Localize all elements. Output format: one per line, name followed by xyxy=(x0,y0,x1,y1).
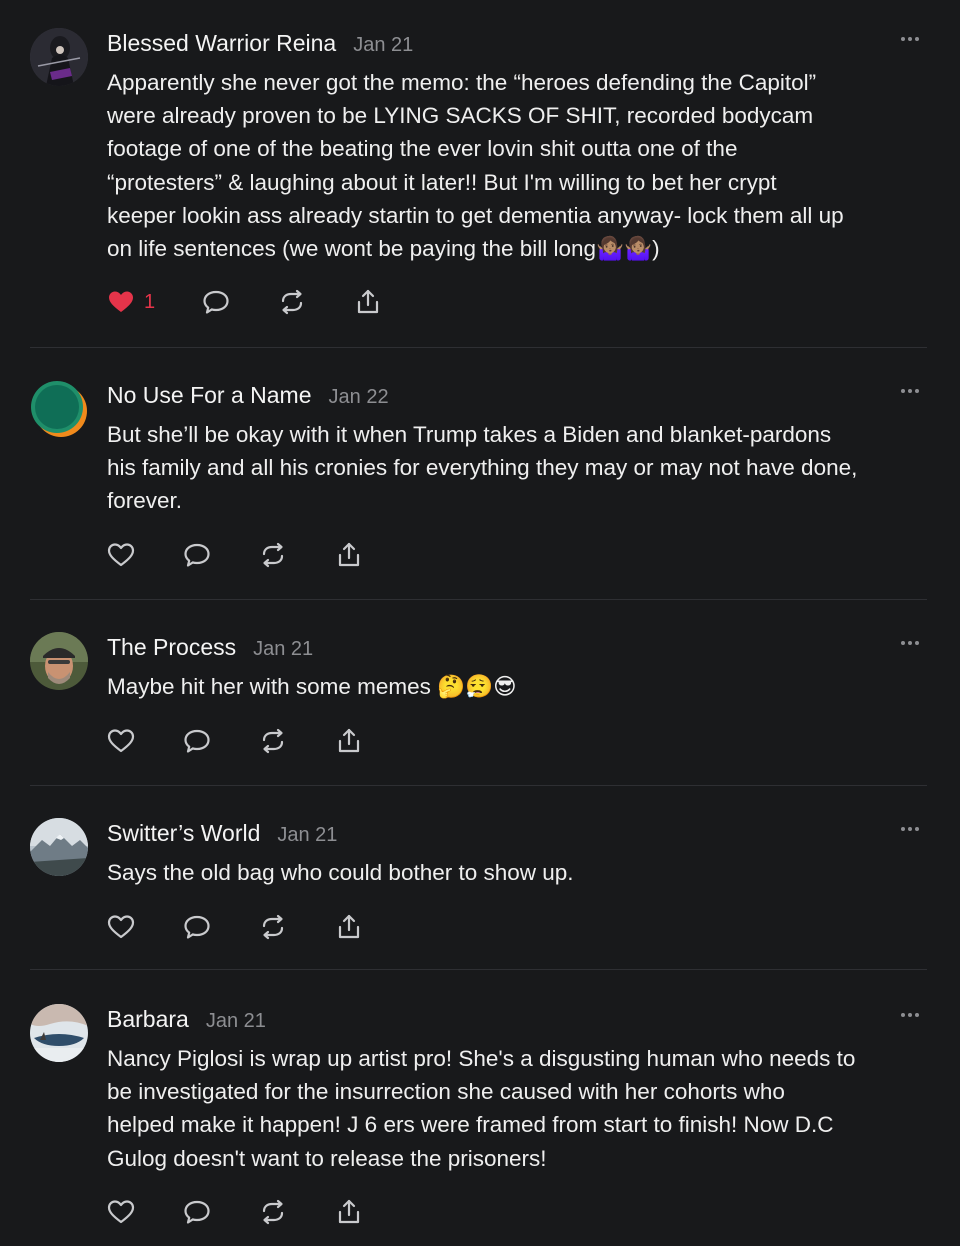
more-options-icon[interactable] xyxy=(899,384,921,398)
comment-header: Switter’s World Jan 21 xyxy=(107,820,337,850)
comment-date[interactable]: Jan 22 xyxy=(329,386,389,409)
reply-button[interactable] xyxy=(201,287,231,317)
comment-actions: 1 xyxy=(106,287,429,317)
avatar[interactable] xyxy=(30,1004,88,1062)
man-with-cap-avatar-icon xyxy=(30,632,88,690)
comment-header: The Process Jan 21 xyxy=(107,634,313,664)
comment-text: Apparently she never got the memo: the “… xyxy=(107,70,844,262)
comment-text: Says the old bag who could bother to sho… xyxy=(107,860,574,885)
like-button[interactable] xyxy=(106,1197,136,1227)
author-name[interactable]: Blessed Warrior Reina xyxy=(107,30,336,57)
chat-bubble-icon xyxy=(184,915,210,939)
restack-button[interactable] xyxy=(258,1197,288,1227)
comment: Barbara Jan 21 Nancy Piglosi is wrap up … xyxy=(30,1004,927,1234)
comment: Blessed Warrior Reina Jan 21 Apparently … xyxy=(30,28,927,323)
share-icon xyxy=(338,914,360,939)
reply-button[interactable] xyxy=(182,1197,212,1227)
author-name[interactable]: Switter’s World xyxy=(107,820,260,847)
author-name[interactable]: No Use For a Name xyxy=(107,382,312,409)
repost-icon xyxy=(262,914,284,940)
share-icon xyxy=(338,542,360,567)
heart-icon xyxy=(107,729,135,753)
chat-bubble-icon xyxy=(203,290,229,314)
comment-date[interactable]: Jan 21 xyxy=(353,34,413,57)
share-button[interactable] xyxy=(334,912,364,942)
like-button[interactable] xyxy=(106,726,136,756)
comment-actions xyxy=(106,912,410,942)
comment-text: Nancy Piglosi is wrap up artist pro! She… xyxy=(107,1046,856,1171)
comment-text: Maybe hit her with some memes 🤔😮‍💨😎 xyxy=(107,674,517,699)
avatar[interactable] xyxy=(30,818,88,876)
share-icon xyxy=(338,1199,360,1224)
avatar[interactable] xyxy=(30,28,88,86)
more-options-icon[interactable] xyxy=(899,32,921,46)
restack-button[interactable] xyxy=(277,287,307,317)
share-button[interactable] xyxy=(334,726,364,756)
restack-button[interactable] xyxy=(258,540,288,570)
repost-icon xyxy=(262,542,284,568)
like-button[interactable] xyxy=(106,912,136,942)
comment: The Process Jan 21 Maybe hit her with so… xyxy=(30,632,927,762)
dark-warrior-avatar-icon xyxy=(30,28,88,86)
comment-feed: Blessed Warrior Reina Jan 21 Apparently … xyxy=(0,0,960,1246)
comment-date[interactable]: Jan 21 xyxy=(277,824,337,847)
share-icon xyxy=(338,728,360,753)
restack-button[interactable] xyxy=(258,726,288,756)
comment-header: No Use For a Name Jan 22 xyxy=(107,382,389,412)
divider xyxy=(30,599,927,600)
heart-icon xyxy=(107,915,135,939)
comment-header: Barbara Jan 21 xyxy=(107,1006,266,1036)
heart-filled-icon xyxy=(109,291,133,312)
avatar[interactable] xyxy=(30,380,88,438)
more-options-icon[interactable] xyxy=(899,1008,921,1022)
reply-button[interactable] xyxy=(182,726,212,756)
comment-text: But she’ll be okay with it when Trump ta… xyxy=(107,422,858,514)
more-options-icon[interactable] xyxy=(899,636,921,650)
repost-icon xyxy=(282,289,303,315)
restack-button[interactable] xyxy=(258,912,288,942)
repost-icon xyxy=(262,1199,284,1225)
share-button[interactable] xyxy=(353,287,383,317)
more-options-icon[interactable] xyxy=(899,822,921,836)
like-button[interactable]: 1 xyxy=(106,287,155,317)
chat-bubble-icon xyxy=(184,1200,210,1224)
comment-actions xyxy=(106,726,410,756)
share-icon xyxy=(358,289,379,314)
author-name[interactable]: Barbara xyxy=(107,1006,189,1033)
divider xyxy=(30,785,927,786)
chat-bubble-icon xyxy=(184,543,210,567)
divider xyxy=(30,347,927,348)
comment-header: Blessed Warrior Reina Jan 21 xyxy=(107,30,413,60)
like-button[interactable] xyxy=(106,540,136,570)
avatar[interactable] xyxy=(30,632,88,690)
comment: No Use For a Name Jan 22 But she’ll be o… xyxy=(30,380,927,580)
green-orange-circle-avatar-icon xyxy=(30,380,88,438)
author-name[interactable]: The Process xyxy=(107,634,236,661)
mountain-landscape-avatar-icon xyxy=(30,818,88,876)
divider xyxy=(30,969,927,970)
comment-date[interactable]: Jan 21 xyxy=(253,638,313,661)
repost-icon xyxy=(262,728,284,754)
chat-bubble-icon xyxy=(184,729,210,753)
reply-button[interactable] xyxy=(182,912,212,942)
like-count: 1 xyxy=(144,290,156,313)
reply-button[interactable] xyxy=(182,540,212,570)
comment-actions xyxy=(106,540,410,570)
heart-icon xyxy=(107,543,135,567)
winter-lake-avatar-icon xyxy=(30,1004,88,1062)
comment: Switter’s World Jan 21 Says the old bag … xyxy=(30,818,927,948)
heart-icon xyxy=(107,1200,135,1224)
share-button[interactable] xyxy=(334,1197,364,1227)
share-button[interactable] xyxy=(334,540,364,570)
comment-actions xyxy=(106,1197,410,1227)
comment-date[interactable]: Jan 21 xyxy=(206,1010,266,1033)
